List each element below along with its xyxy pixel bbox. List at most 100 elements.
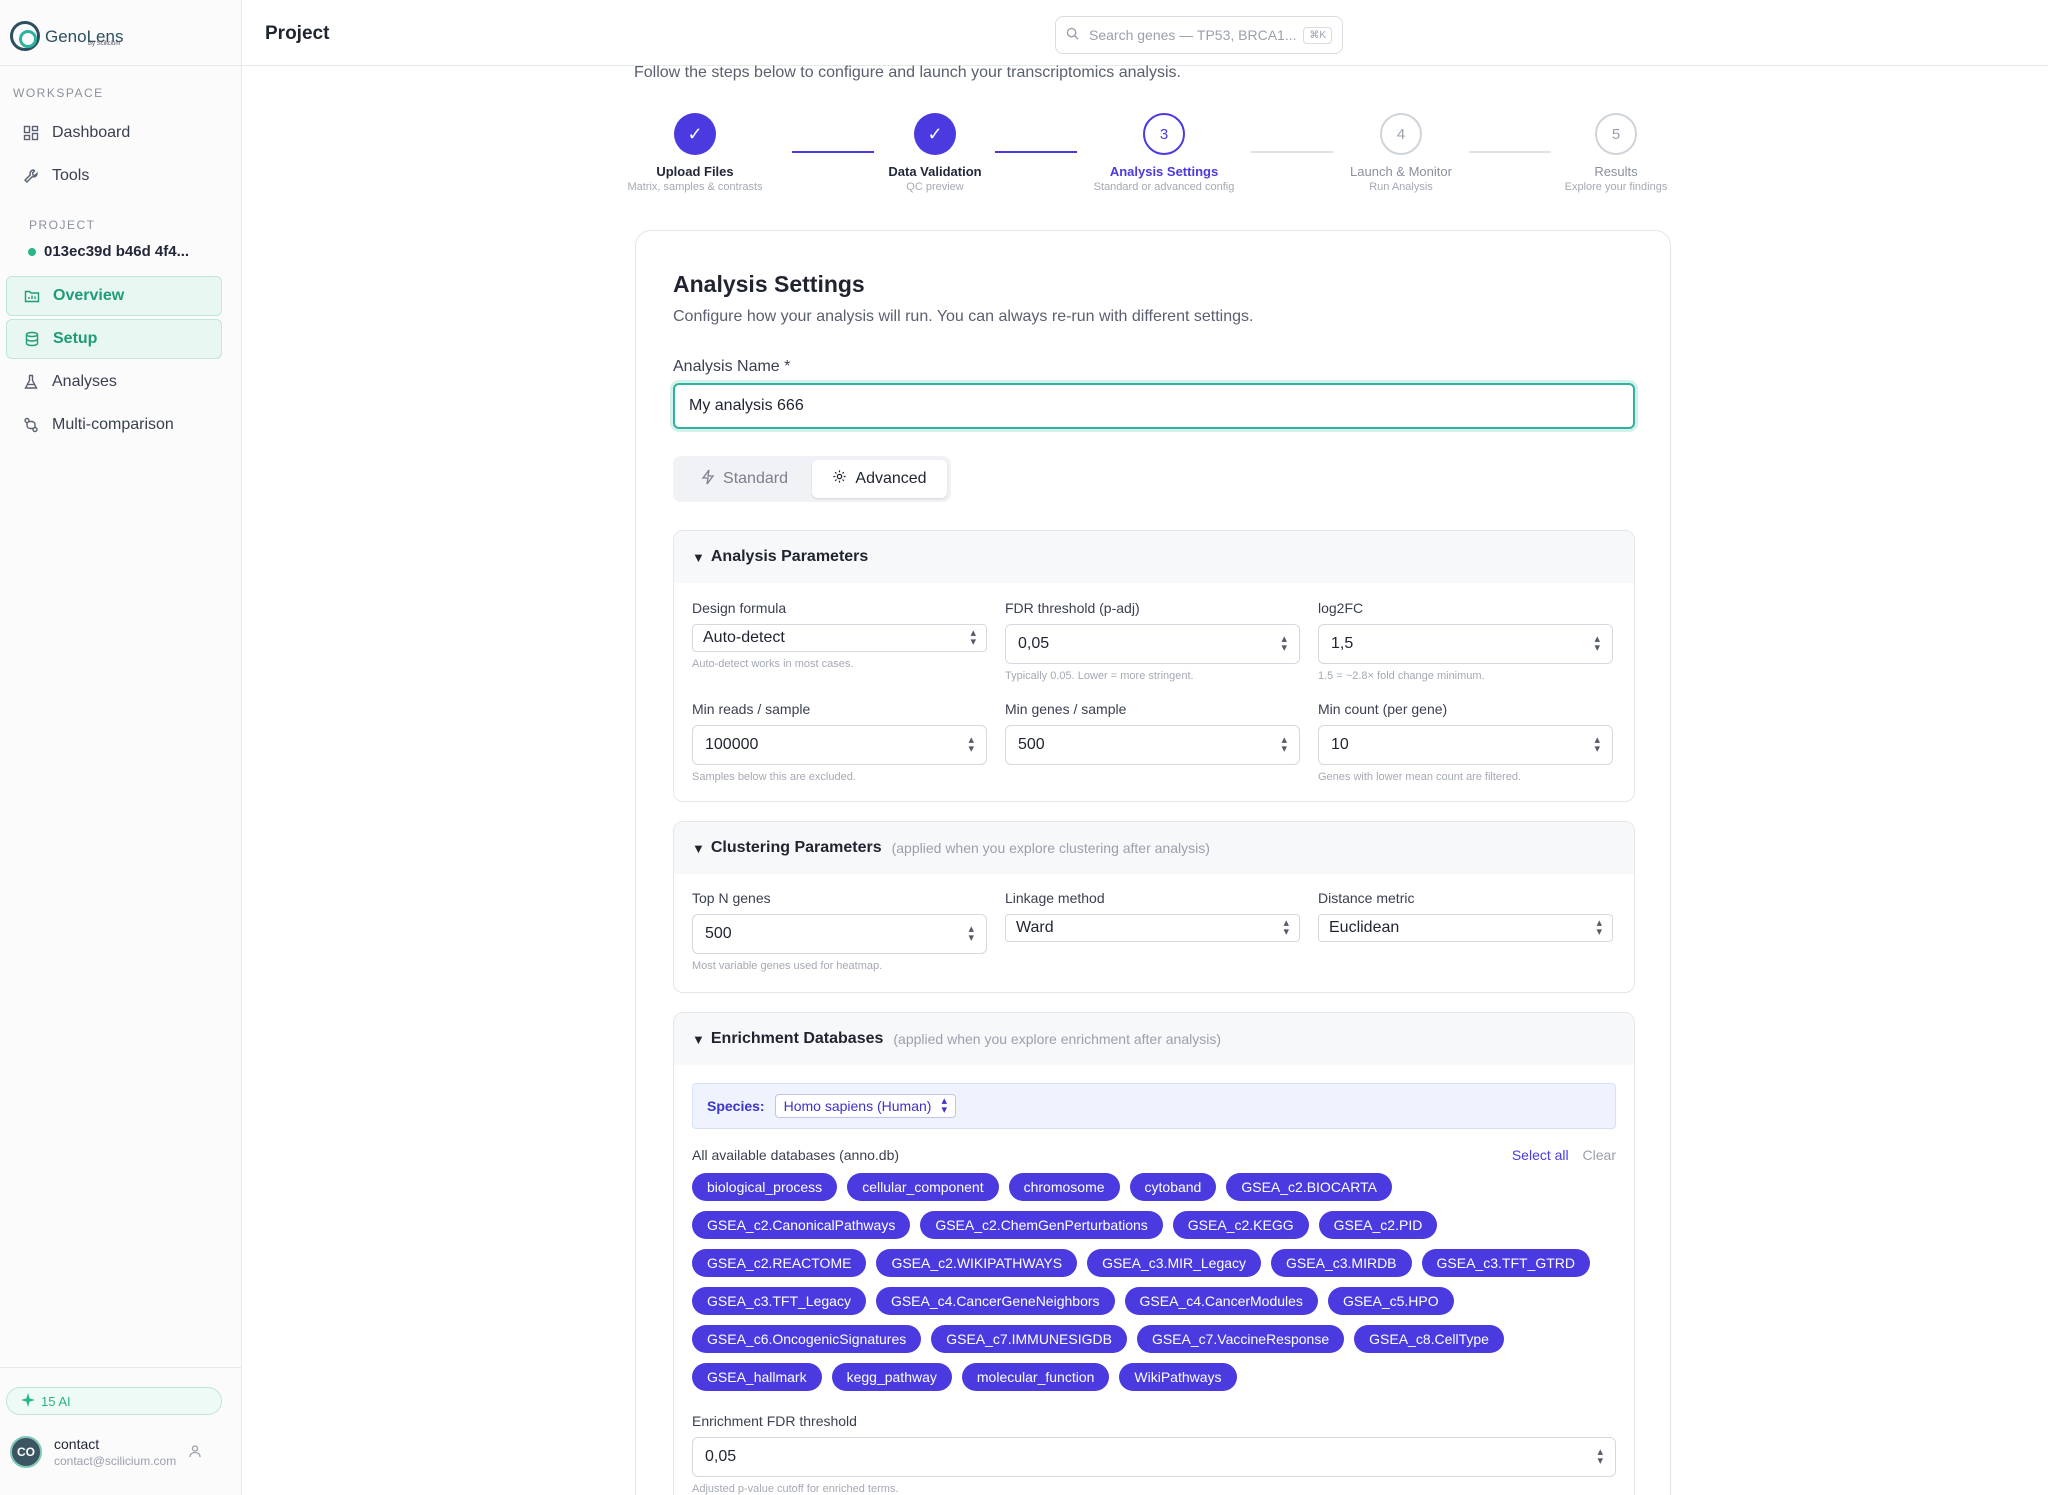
clear-link[interactable]: Clear — [1583, 1147, 1616, 1163]
stepper-arrows-icon[interactable]: ▴ ▾ — [1281, 735, 1287, 755]
min-genes-stepper[interactable]: 500 ▴ ▾ — [1005, 725, 1300, 765]
database-chip[interactable]: kegg_pathway — [831, 1363, 952, 1391]
select-value: Ward — [1016, 919, 1054, 936]
min-count-stepper[interactable]: 10 ▴ ▾ — [1318, 725, 1613, 765]
field-label: Linkage method — [1005, 890, 1105, 906]
step-data-validation[interactable]: ✓ Data Validation QC preview — [850, 110, 1020, 193]
field-hint: Most variable genes used for heatmap. — [692, 960, 883, 972]
stepper-arrows-icon[interactable]: ▴ ▾ — [1597, 1447, 1603, 1467]
sidebar-item-overview[interactable]: Overview — [6, 276, 222, 316]
step-upload-files[interactable]: ✓ Upload Files Matrix, samples & contras… — [610, 110, 780, 193]
select-all-link[interactable]: Select all — [1512, 1147, 1569, 1163]
database-chip[interactable]: GSEA_hallmark — [692, 1363, 822, 1391]
database-chip[interactable]: biological_process — [692, 1173, 838, 1201]
database-chip[interactable]: GSEA_c3.TFT_GTRD — [1421, 1249, 1590, 1277]
analysis-settings-card: Analysis Settings Configure how your ana… — [635, 230, 1671, 1495]
database-chip[interactable]: GSEA_c4.CancerModules — [1124, 1287, 1318, 1315]
linkage-method-select[interactable]: Ward ▴ ▾ — [1005, 914, 1300, 942]
enrichment-fdr-field: Enrichment FDR threshold 0,05 ▴ ▾ Adjuste… — [692, 1413, 1616, 1495]
user-icon[interactable] — [188, 1444, 202, 1461]
database-chip[interactable]: GSEA_c2.ChemGenPerturbations — [920, 1211, 1163, 1239]
sidebar-item-tools[interactable]: Tools — [6, 156, 222, 196]
min-reads-stepper[interactable]: 100000 ▴ ▾ — [692, 725, 987, 765]
mode-advanced-button[interactable]: Advanced — [812, 460, 947, 498]
lightning-icon — [701, 469, 715, 490]
ai-credits-badge[interactable]: 15 AI — [6, 1387, 222, 1415]
database-chip[interactable]: GSEA_c3.MIRDB — [1271, 1249, 1412, 1277]
mode-standard-button[interactable]: Standard — [677, 460, 812, 498]
sidebar-item-analyses[interactable]: Analyses — [6, 362, 222, 402]
design-formula-field: Design formula Auto-detect ▴ ▾ Auto-detec… — [692, 600, 987, 670]
database-chip[interactable]: GSEA_c2.PID — [1318, 1211, 1438, 1239]
database-chip[interactable]: chromosome — [1008, 1173, 1120, 1201]
folder-chart-icon — [23, 287, 41, 305]
log2fc-stepper[interactable]: 1,5 ▴ ▾ — [1318, 624, 1613, 664]
databases-actions: Select all Clear — [1512, 1147, 1616, 1163]
top-n-genes-stepper[interactable]: 500 ▴ ▾ — [692, 914, 987, 954]
database-chip[interactable]: GSEA_c2.REACTOME — [692, 1249, 867, 1277]
panel-title: Enrichment Databases — [710, 1030, 884, 1047]
workspace-label: WORKSPACE — [13, 86, 104, 100]
database-chip[interactable]: GSEA_c7.VaccineResponse — [1136, 1325, 1345, 1353]
step-subtitle: Explore your findings — [1564, 181, 1668, 193]
stepper: ✓ Upload Files Matrix, samples & contras… — [626, 110, 1676, 200]
clustering-parameters-panel: ▼ Clustering Parameters (applied when yo… — [673, 821, 1635, 993]
analysis-parameters-panel: ▼ Analysis Parameters Design formula Aut… — [673, 530, 1635, 802]
database-chip[interactable]: GSEA_c5.HPO — [1327, 1287, 1454, 1315]
step-title: Data Validation — [888, 164, 982, 179]
database-chip[interactable]: GSEA_c2.KEGG — [1172, 1211, 1309, 1239]
database-chip[interactable]: molecular_function — [961, 1363, 1110, 1391]
field-label: Min count (per gene) — [1318, 701, 1448, 717]
database-chip[interactable]: cytoband — [1129, 1173, 1217, 1201]
fdr-threshold-stepper[interactable]: 0,05 ▴ ▾ — [1005, 624, 1300, 664]
clustering-parameters-header[interactable]: ▼ Clustering Parameters (applied when yo… — [674, 822, 1634, 874]
field-label: Design formula — [692, 600, 787, 616]
input-value: 10 — [1331, 736, 1349, 753]
database-chip[interactable]: WikiPathways — [1119, 1363, 1237, 1391]
sidebar: GenoLens By Scilicium WORKSPACE Dashboar… — [0, 0, 242, 1495]
database-chip[interactable]: GSEA_c4.CancerGeneNeighbors — [875, 1287, 1115, 1315]
step-results[interactable]: 5 Results Explore your findings — [1531, 110, 1701, 193]
select-chevron-icon: ▴ ▾ — [970, 627, 976, 648]
gene-search-input[interactable]: Search genes — TP53, BRCA1... ⌘K — [1055, 16, 1343, 54]
species-label: Species: — [707, 1098, 765, 1114]
user-profile[interactable]: CO contact contact@scilicium.com — [10, 1432, 230, 1472]
distance-metric-field: Distance metric Euclidean ▴ ▾ — [1318, 890, 1613, 942]
step-number: 4 — [1380, 113, 1422, 155]
database-chip[interactable]: GSEA_c2.WIKIPATHWAYS — [876, 1249, 1078, 1277]
database-chip[interactable]: GSEA_c8.CellType — [1354, 1325, 1504, 1353]
distance-metric-select[interactable]: Euclidean ▴ ▾ — [1318, 914, 1613, 942]
logo[interactable]: GenoLens — [10, 16, 123, 56]
database-chip[interactable]: cellular_component — [847, 1173, 999, 1201]
sidebar-item-multi-comparison[interactable]: Multi-comparison — [6, 405, 222, 445]
stepper-arrows-icon[interactable]: ▴ ▾ — [968, 735, 974, 755]
enrichment-fdr-stepper[interactable]: 0,05 ▴ ▾ — [692, 1437, 1616, 1477]
database-chip[interactable]: GSEA_c7.IMMUNESIGDB — [931, 1325, 1127, 1353]
design-formula-select[interactable]: Auto-detect ▴ ▾ — [692, 624, 987, 652]
step-launch-monitor[interactable]: 4 Launch & Monitor Run Analysis — [1316, 110, 1486, 193]
stepper-arrows-icon[interactable]: ▴ ▾ — [1594, 735, 1600, 755]
database-chip[interactable]: GSEA_c3.TFT_Legacy — [692, 1287, 866, 1315]
page-title: Project — [265, 23, 330, 44]
database-chip[interactable]: GSEA_c2.CanonicalPathways — [692, 1211, 911, 1239]
enrichment-databases-panel: ▼ Enrichment Databases (applied when you… — [673, 1012, 1635, 1495]
stepper-arrows-icon[interactable]: ▴ ▾ — [1594, 634, 1600, 654]
sidebar-item-dashboard[interactable]: Dashboard — [6, 113, 222, 153]
project-id[interactable]: 013ec39d b46d 4f4... — [28, 243, 189, 260]
analysis-name-input[interactable] — [673, 383, 1635, 429]
database-chip[interactable]: GSEA_c6.OncogenicSignatures — [692, 1325, 922, 1353]
enrichment-databases-header[interactable]: ▼ Enrichment Databases (applied when you… — [674, 1013, 1634, 1065]
species-select[interactable]: Homo sapiens (Human) ▴ ▾ — [774, 1094, 956, 1118]
step-title: Results — [1594, 164, 1638, 179]
step-analysis-settings[interactable]: 3 Analysis Settings Standard or advanced… — [1079, 110, 1249, 193]
input-value: 500 — [705, 925, 732, 942]
stepper-arrows-icon[interactable]: ▴ ▾ — [968, 924, 974, 944]
database-chip[interactable]: GSEA_c2.BIOCARTA — [1226, 1173, 1392, 1201]
field-hint: 1.5 = ~2.8× fold change minimum. — [1318, 670, 1485, 682]
analysis-parameters-header[interactable]: ▼ Analysis Parameters — [674, 531, 1634, 583]
project-label: PROJECT — [29, 218, 96, 232]
step-subtitle: Standard or advanced config — [1093, 181, 1235, 193]
database-chip[interactable]: GSEA_c3.MIR_Legacy — [1087, 1249, 1262, 1277]
sidebar-item-setup[interactable]: Setup — [6, 319, 222, 359]
stepper-arrows-icon[interactable]: ▴ ▾ — [1281, 634, 1287, 654]
